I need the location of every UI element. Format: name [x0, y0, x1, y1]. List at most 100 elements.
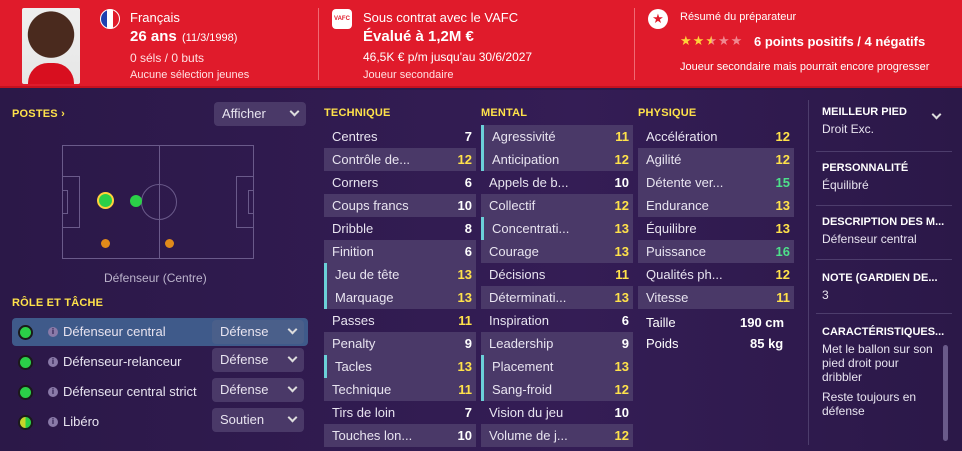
duty-select[interactable]: Soutien: [212, 408, 304, 432]
attribute-row[interactable]: Décisions 11: [481, 263, 633, 286]
attribute-name: Finition: [332, 244, 374, 259]
attribute-row[interactable]: Leadership 9: [481, 332, 633, 355]
attribute-row[interactable]: Concentrati... 13: [481, 217, 633, 240]
attribute-row[interactable]: Détente ver... 15: [638, 171, 794, 194]
physique-list: Accélération 12 Agilité 12 Détente ver... 15 E…: [638, 125, 794, 309]
role-name: Libéro: [63, 414, 100, 429]
attribute-row[interactable]: Finition 6: [324, 240, 476, 263]
info-icon[interactable]: i: [48, 357, 58, 367]
info-icon[interactable]: i: [48, 327, 58, 337]
attribute-name: Accélération: [646, 129, 718, 144]
position-name: Défenseur (Centre): [104, 271, 207, 285]
duty-select[interactable]: Défense: [212, 348, 304, 372]
attribute-row[interactable]: Dribble 8: [324, 217, 476, 240]
attribute-row[interactable]: Inspiration 6: [481, 309, 633, 332]
attribute-value: 8: [464, 221, 472, 236]
attribute-row[interactable]: Vision du jeu 10: [481, 401, 633, 424]
show-button[interactable]: Afficher: [214, 102, 306, 126]
squad-status: Joueur secondaire: [363, 69, 454, 81]
attribute-row[interactable]: Tacles 13: [324, 355, 476, 378]
attribute-row[interactable]: Vitesse 11: [638, 286, 794, 309]
attribute-row[interactable]: Jeu de tête 13: [324, 263, 476, 286]
attribute-row[interactable]: Agressivité 11: [481, 125, 633, 148]
attribute-name: Agressivité: [492, 129, 556, 144]
attribute-name: Sang-froid: [492, 382, 552, 397]
star-icon: ★: [680, 33, 693, 48]
attribute-name: Technique: [332, 382, 392, 397]
scrollbar[interactable]: [943, 345, 948, 441]
attribute-row[interactable]: Accélération 12: [638, 125, 794, 148]
attribute-value: 10: [457, 198, 472, 213]
attribute-name: Puissance: [646, 244, 706, 259]
attribute-row[interactable]: Agilité 12: [638, 148, 794, 171]
chevron-down-icon: [287, 352, 298, 363]
attribute-name: Appels de b...: [489, 175, 569, 190]
weight-value: 85 kg: [750, 336, 784, 351]
role-name: Défenseur central strict: [63, 384, 197, 399]
attribute-value: 13: [775, 221, 790, 236]
player-header: Français 26 ans (11/3/1998) 0 séls / 0 b…: [0, 0, 962, 88]
attribute-row[interactable]: Coups francs 10: [324, 194, 476, 217]
role-name: Défenseur-relanceur: [63, 354, 182, 369]
physique-label: PHYSIQUE: [638, 107, 697, 119]
role-row[interactable]: i Libéro Soutien: [12, 408, 308, 436]
height-value: 190 cm: [740, 315, 785, 330]
attribute-value: 10: [614, 175, 629, 190]
info-icon[interactable]: i: [48, 417, 58, 427]
attribute-row[interactable]: Qualités ph... 12: [638, 263, 794, 286]
attribute-row[interactable]: Puissance 16: [638, 240, 794, 263]
attribute-row[interactable]: Marquage 13: [324, 286, 476, 309]
attribute-name: Marquage: [335, 290, 394, 305]
attribute-row[interactable]: Touches lon... 10: [324, 424, 476, 447]
role-suitability-icon: [18, 355, 33, 370]
attribute-row[interactable]: Courage 13: [481, 240, 633, 263]
attribute-row[interactable]: Tirs de loin 7: [324, 401, 476, 424]
attribute-row[interactable]: Corners 6: [324, 171, 476, 194]
attribute-row[interactable]: Technique 11: [324, 378, 476, 401]
player-age: 26 ans: [130, 28, 177, 45]
attribute-value: 12: [614, 198, 629, 213]
chevron-down-icon: [287, 382, 298, 393]
attribute-value: 11: [615, 267, 629, 282]
attribute-name: Contrôle de...: [332, 152, 411, 167]
role-row[interactable]: i Défenseur central Défense: [12, 318, 308, 346]
attribute-value: 13: [614, 221, 629, 236]
info-icon[interactable]: i: [48, 387, 58, 397]
attribute-row[interactable]: Centres 7: [324, 125, 476, 148]
attribute-row[interactable]: Endurance 13: [638, 194, 794, 217]
duty-select[interactable]: Défense: [212, 320, 304, 344]
attribute-name: Centres: [332, 129, 378, 144]
caps: 0 séls / 0 buts: [130, 51, 205, 65]
attribute-value: 9: [464, 336, 472, 351]
role-row[interactable]: i Défenseur-relanceur Défense: [12, 348, 308, 376]
attribute-row[interactable]: Penalty 9: [324, 332, 476, 355]
attribute-name: Agilité: [646, 152, 682, 167]
half-star-icon: ★: [705, 33, 718, 48]
attribute-row[interactable]: Déterminati... 13: [481, 286, 633, 309]
star-icon: ★: [717, 33, 731, 48]
role-suitability-icon: [18, 415, 33, 430]
attribute-value: 11: [458, 382, 472, 397]
attribute-row[interactable]: Volume de j... 12: [481, 424, 633, 447]
role-row[interactable]: i Défenseur central strict Défense: [12, 378, 308, 406]
attribute-row[interactable]: Placement 13: [481, 355, 633, 378]
weight-label: Poids: [646, 336, 679, 351]
attribute-name: Anticipation: [492, 152, 560, 167]
attribute-value: 7: [464, 129, 472, 144]
coach-points: 6 points positifs / 4 négatifs: [754, 34, 926, 49]
attribute-row[interactable]: Équilibre 13: [638, 217, 794, 240]
duty-select[interactable]: Défense: [212, 378, 304, 402]
attribute-row[interactable]: Anticipation 12: [481, 148, 633, 171]
attribute-row[interactable]: Passes 11: [324, 309, 476, 332]
chevron-down-icon: [287, 324, 298, 335]
star-icon: ★: [692, 33, 706, 48]
attribute-row[interactable]: Contrôle de... 12: [324, 148, 476, 171]
positions-link[interactable]: POSTES ›: [12, 108, 65, 120]
attribute-row[interactable]: Sang-froid 12: [481, 378, 633, 401]
positions-pitch: [62, 145, 254, 259]
birth-date: (11/3/1998): [182, 32, 238, 44]
attribute-row[interactable]: Collectif 12: [481, 194, 633, 217]
attribute-row[interactable]: Appels de b... 10: [481, 171, 633, 194]
keeper-rating: NOTE (GARDIEN DE... 3: [822, 272, 938, 302]
attribute-name: Qualités ph...: [646, 267, 723, 282]
